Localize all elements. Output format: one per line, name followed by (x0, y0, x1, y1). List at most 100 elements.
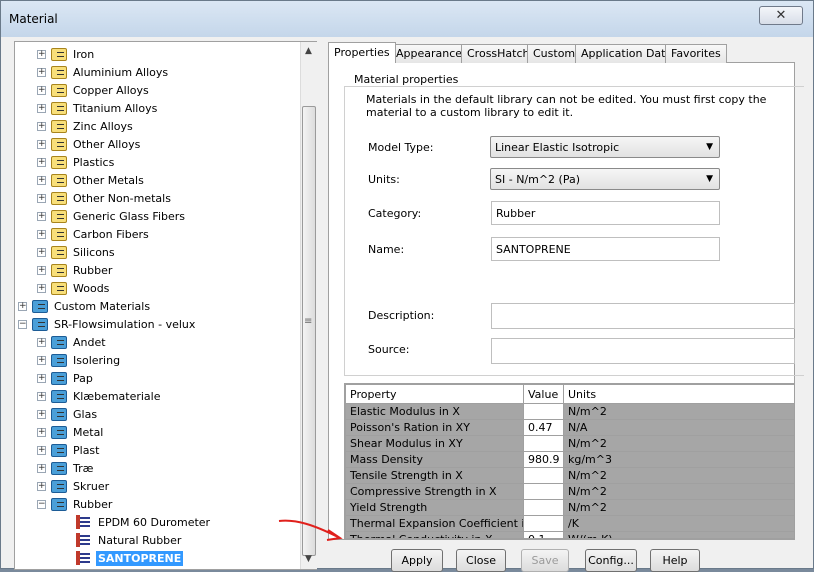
value-cell[interactable] (523, 483, 564, 500)
read-only-note: Materials in the default library can not… (366, 93, 767, 119)
annotation-arrow-icon (278, 519, 343, 541)
tree-folder-item[interactable]: + Plastics (37, 153, 116, 171)
units-select[interactable]: SI - N/m^2 (Pa) ▼ (490, 168, 720, 190)
tree-scrollbar[interactable]: ▲ ≡ ▼ (300, 42, 317, 569)
model-type-value: Linear Elastic Isotropic (495, 141, 620, 154)
expand-icon[interactable]: + (37, 373, 46, 383)
window-title: Material (9, 12, 58, 26)
expand-icon[interactable]: + (37, 445, 46, 455)
tree-item-label: Andet (73, 335, 106, 349)
description-field[interactable] (491, 303, 795, 329)
tree-folder-item[interactable]: + Silicons (37, 243, 117, 261)
expand-icon[interactable]: + (37, 103, 46, 113)
value-cell[interactable]: 980.9 (523, 451, 564, 468)
tree-folder-item[interactable]: + Generic Glass Fibers (37, 207, 187, 225)
source-label: Source: (368, 343, 410, 356)
source-field[interactable] (491, 338, 795, 364)
custom-library-icon (51, 443, 67, 457)
tree-folder-item[interactable]: + Iron (37, 45, 96, 63)
expand-icon[interactable]: + (18, 301, 27, 311)
tree-material-item[interactable]: EPDM 60 Durometer (56, 513, 212, 531)
expand-icon[interactable]: + (37, 139, 46, 149)
tree-folder-item[interactable]: + Glas (37, 405, 99, 423)
custom-library-icon (51, 479, 67, 493)
scroll-down-icon[interactable]: ▼ (305, 554, 312, 564)
tree-folder-item[interactable]: + Plast (37, 441, 101, 459)
property-cell: Shear Modulus in XY (345, 435, 524, 452)
expand-icon[interactable]: + (37, 427, 46, 437)
expand-icon[interactable]: + (37, 337, 46, 347)
property-cell: Thermal Conductivity in X (345, 531, 524, 538)
collapse-icon[interactable]: − (18, 319, 27, 329)
expand-icon[interactable]: + (37, 247, 46, 257)
tree-material-item[interactable]: Natural Rubber (56, 531, 183, 549)
scroll-up-icon[interactable]: ▲ (305, 46, 312, 56)
expand-icon[interactable]: + (37, 391, 46, 401)
tree-item-label: Metal (73, 425, 104, 439)
tree-folder-item[interactable]: + Carbon Fibers (37, 225, 151, 243)
tree-folder-item[interactable]: + Titanium Alloys (37, 99, 159, 117)
expand-icon[interactable]: + (37, 211, 46, 221)
model-type-select[interactable]: Linear Elastic Isotropic ▼ (490, 136, 720, 158)
tree-folder-item[interactable]: + Aluminium Alloys (37, 63, 170, 81)
tab-crosshatch[interactable]: CrossHatch (461, 44, 536, 63)
tree-folder-item[interactable]: + Skruer (37, 477, 111, 495)
expand-icon[interactable]: + (37, 49, 46, 59)
tree-folder-item[interactable]: + Other Non-metals (37, 189, 173, 207)
expand-icon[interactable]: + (37, 193, 46, 203)
expand-icon[interactable]: + (37, 121, 46, 131)
expand-icon[interactable]: + (37, 265, 46, 275)
category-field[interactable]: Rubber (491, 201, 720, 225)
tree-folder-item[interactable]: + Andet (37, 333, 108, 351)
property-cell: Mass Density (345, 451, 524, 468)
tree-folder-item[interactable]: + Other Alloys (37, 135, 142, 153)
library-folder-icon (51, 191, 67, 205)
tree-folder-item[interactable]: + Pap (37, 369, 95, 387)
collapse-icon[interactable]: − (37, 499, 46, 509)
tree-folder-item[interactable]: − Rubber (37, 495, 114, 513)
tree-folder-item[interactable]: + Træ (37, 459, 95, 477)
close-window-button[interactable]: ✕ (759, 6, 803, 25)
tab-application-data[interactable]: Application Data (575, 44, 679, 63)
tab-appearance[interactable]: Appearance (390, 44, 469, 63)
value-cell[interactable] (523, 515, 564, 532)
expand-icon[interactable]: + (37, 463, 46, 473)
expand-icon[interactable]: + (37, 67, 46, 77)
value-cell[interactable] (523, 403, 564, 420)
name-field[interactable]: SANTOPRENE (491, 237, 720, 261)
value-cell[interactable]: 0.1 (523, 531, 564, 538)
tree-folder-item[interactable]: + Other Metals (37, 171, 146, 189)
tab-favorites[interactable]: Favorites (665, 44, 727, 63)
tree-item-label: Other Alloys (73, 137, 141, 151)
expand-icon[interactable]: + (37, 85, 46, 95)
scrollbar-thumb[interactable] (302, 106, 316, 556)
expand-icon[interactable]: + (37, 481, 46, 491)
tree-folder-item[interactable]: + Rubber (37, 261, 114, 279)
expand-icon[interactable]: + (37, 283, 46, 293)
column-header-value: Value (523, 384, 564, 404)
tab-custom[interactable]: Custom (527, 44, 582, 63)
library-folder-icon (51, 155, 67, 169)
tree-folder-item[interactable]: − SR-Flowsimulation - velux (18, 315, 197, 333)
expand-icon[interactable]: + (37, 355, 46, 365)
custom-library-icon (51, 407, 67, 421)
custom-library-icon (51, 425, 67, 439)
tree-folder-item[interactable]: + Woods (37, 279, 111, 297)
value-cell[interactable] (523, 435, 564, 452)
tree-folder-item[interactable]: + Copper Alloys (37, 81, 151, 99)
expand-icon[interactable]: + (37, 229, 46, 239)
expand-icon[interactable]: + (37, 409, 46, 419)
expand-icon[interactable]: + (37, 175, 46, 185)
tab-properties[interactable]: Properties (328, 42, 396, 63)
tree-folder-item[interactable]: + Custom Materials (18, 297, 152, 315)
value-cell[interactable]: 0.47 (523, 419, 564, 436)
tree-folder-item[interactable]: + Zinc Alloys (37, 117, 135, 135)
tree-material-item[interactable]: SANTOPRENE (56, 549, 184, 567)
material-tree[interactable]: + Iron + Aluminium Alloys + Copper Alloys + Tit… (14, 41, 317, 570)
value-cell[interactable] (523, 499, 564, 516)
tree-folder-item[interactable]: + Metal (37, 423, 105, 441)
tree-folder-item[interactable]: + Isolering (37, 351, 122, 369)
tree-folder-item[interactable]: + Klæbemateriale (37, 387, 163, 405)
expand-icon[interactable]: + (37, 157, 46, 167)
value-cell[interactable] (523, 467, 564, 484)
